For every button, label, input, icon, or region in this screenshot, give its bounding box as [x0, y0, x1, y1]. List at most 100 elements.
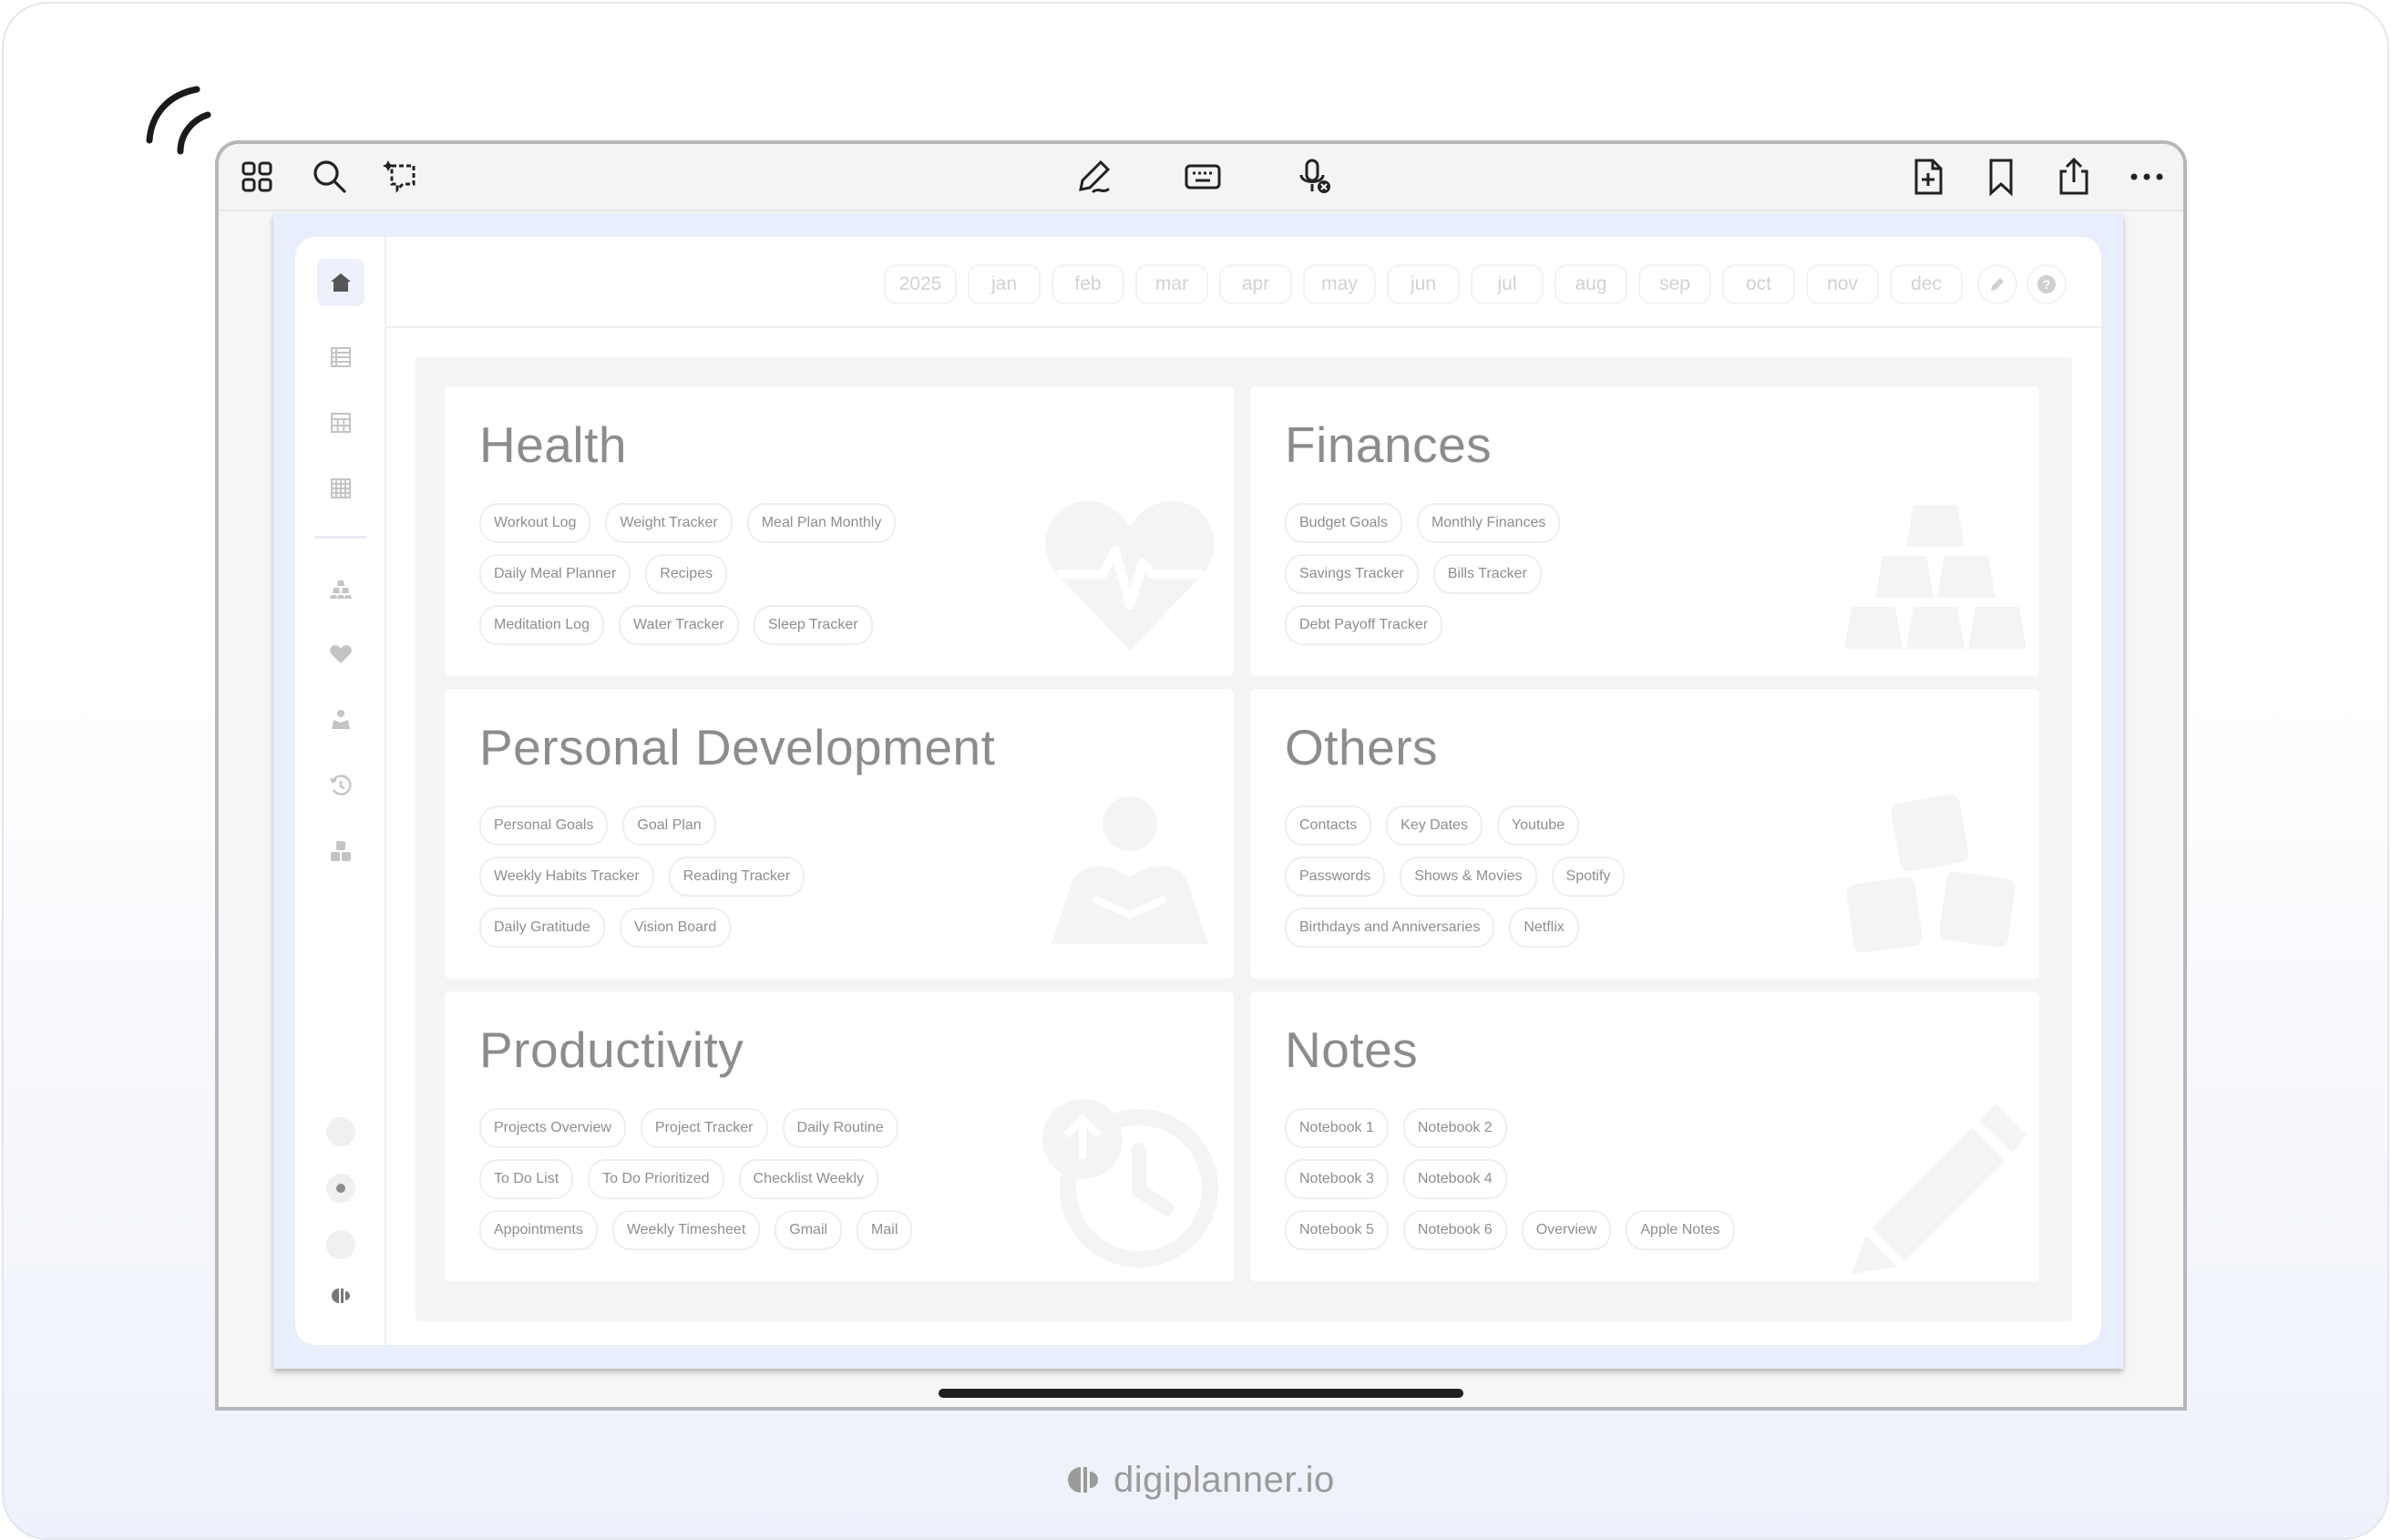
bookmark-icon[interactable] — [1979, 155, 2023, 199]
gold-bars-icon — [1844, 505, 2027, 649]
link-tag[interactable]: Daily Routine — [782, 1108, 898, 1148]
link-tag[interactable]: Checklist Weekly — [738, 1159, 879, 1199]
link-tag[interactable]: Spotify — [1551, 857, 1626, 897]
section-title: Productivity — [479, 1022, 744, 1078]
link-tag[interactable]: Meditation Log — [479, 605, 604, 645]
link-tag[interactable]: Reading Tracker — [668, 857, 806, 897]
theme-dot-3[interactable] — [326, 1230, 355, 1259]
theme-dot-1[interactable] — [326, 1117, 355, 1146]
link-tag[interactable]: Weekly Timesheet — [611, 1210, 761, 1250]
link-tag[interactable]: Key Dates — [1386, 806, 1483, 846]
link-tag[interactable]: Sleep Tracker — [753, 605, 873, 645]
link-tag[interactable]: To Do List — [479, 1159, 574, 1199]
link-tag[interactable]: Project Tracker — [640, 1108, 768, 1148]
link-tag[interactable]: Personal Goals — [479, 806, 609, 846]
grid-icon[interactable] — [235, 155, 279, 199]
month-tab-may[interactable]: may — [1303, 264, 1376, 304]
link-tag[interactable]: Notebook 6 — [1402, 1210, 1507, 1250]
link-tag[interactable]: Goal Plan — [622, 806, 716, 846]
link-tag[interactable]: Projects Overview — [479, 1108, 626, 1148]
month-tab-feb[interactable]: feb — [1052, 264, 1124, 304]
home-icon[interactable] — [317, 259, 364, 306]
link-tag[interactable]: Daily Meal Planner — [479, 554, 631, 594]
keyboard-icon[interactable] — [1181, 155, 1225, 199]
link-tag[interactable]: To Do Prioritized — [588, 1159, 724, 1199]
more-icon[interactable] — [2125, 155, 2169, 199]
digiplanner-logo-icon[interactable] — [317, 1272, 364, 1319]
timeline-bar: 2025 jan feb mar apr may jun jul aug sep… — [386, 237, 2101, 328]
edit-pencil-icon[interactable] — [1977, 264, 2017, 304]
section-title: Finances — [1285, 416, 1493, 473]
month-tab-dec[interactable]: dec — [1890, 264, 1963, 304]
planner-page: 2025 jan feb mar apr may jun jul aug sep… — [295, 237, 2101, 1345]
share-icon[interactable] — [2052, 155, 2096, 199]
link-tag[interactable]: Notebook 3 — [1285, 1159, 1389, 1199]
pencil-icon — [1852, 1104, 2027, 1274]
link-tag[interactable]: Youtube — [1496, 806, 1580, 846]
link-tag[interactable]: Weight Tracker — [605, 503, 733, 543]
link-tag[interactable]: Shows & Movies — [1400, 857, 1537, 897]
link-tag[interactable]: Appointments — [479, 1210, 598, 1250]
link-tag[interactable]: Weekly Habits Tracker — [479, 857, 654, 897]
productivity-icon[interactable] — [317, 762, 364, 809]
microphone-icon[interactable] — [1292, 155, 1336, 199]
link-tag[interactable]: Monthly Finances — [1416, 503, 1561, 543]
month-tab-apr[interactable]: apr — [1219, 264, 1292, 304]
heart-pulse-icon — [1045, 501, 1215, 651]
link-tag[interactable]: Birthdays and Anniversaries — [1285, 908, 1495, 948]
link-tag[interactable]: Overview — [1521, 1210, 1612, 1250]
month-tab-oct[interactable]: oct — [1722, 264, 1795, 304]
section-card-finances: Finances Budget Goals Monthly Finances S… — [1250, 386, 2039, 676]
add-page-icon[interactable] — [1906, 155, 1950, 199]
link-tag[interactable]: Apple Notes — [1626, 1210, 1735, 1250]
link-tag[interactable]: Mail — [857, 1210, 913, 1250]
year-tab[interactable]: 2025 — [884, 264, 957, 304]
section-title: Others — [1285, 719, 1439, 775]
lasso-icon[interactable] — [381, 155, 425, 199]
pencil-connected-icon — [146, 86, 211, 155]
monthly-calendar-icon[interactable] — [317, 399, 364, 447]
link-tag[interactable]: Daily Gratitude — [479, 908, 605, 948]
clock-history-icon — [1042, 1099, 1218, 1268]
link-tag[interactable]: Debt Payoff Tracker — [1285, 605, 1443, 645]
link-tag[interactable]: Meal Plan Monthly — [746, 503, 897, 543]
finances-icon[interactable] — [317, 565, 364, 612]
month-tab-jun[interactable]: jun — [1387, 264, 1460, 304]
month-tab-jan[interactable]: jan — [968, 264, 1041, 304]
link-tag[interactable]: Recipes — [645, 554, 728, 594]
link-tag[interactable]: Passwords — [1285, 857, 1386, 897]
link-tag[interactable]: Gmail — [775, 1210, 843, 1250]
others-icon[interactable] — [317, 827, 364, 875]
brand-footer: digiplanner.io — [1066, 1460, 1335, 1500]
month-tab-nov[interactable]: nov — [1806, 264, 1879, 304]
month-tab-sep[interactable]: sep — [1638, 264, 1711, 304]
theme-dot-2[interactable] — [326, 1174, 355, 1203]
link-tag[interactable]: Bills Tracker — [1432, 554, 1542, 594]
link-tag[interactable]: Vision Board — [619, 908, 732, 948]
yearly-grid-icon[interactable] — [317, 465, 364, 512]
link-tag[interactable]: Notebook 2 — [1402, 1108, 1507, 1148]
app-toolbar — [219, 144, 2183, 211]
search-icon[interactable] — [308, 155, 352, 199]
link-tag[interactable]: Budget Goals — [1285, 503, 1402, 543]
digiplanner-brand-icon — [1068, 1467, 1098, 1493]
link-tag[interactable]: Netflix — [1509, 908, 1579, 948]
help-icon[interactable]: ? — [2027, 264, 2067, 304]
link-tag[interactable]: Water Tracker — [618, 605, 739, 645]
month-tab-jul[interactable]: jul — [1471, 264, 1544, 304]
link-tag[interactable]: Savings Tracker — [1285, 554, 1419, 594]
month-tab-aug[interactable]: aug — [1555, 264, 1627, 304]
link-tag[interactable]: Workout Log — [479, 503, 591, 543]
link-tag[interactable]: Notebook 4 — [1402, 1159, 1507, 1199]
month-tab-mar[interactable]: mar — [1135, 264, 1208, 304]
health-icon[interactable] — [317, 631, 364, 678]
section-card-notes: Notes Notebook 1 Notebook 2 Notebook 3 N… — [1250, 991, 2039, 1281]
link-tag[interactable]: Notebook 5 — [1285, 1210, 1389, 1250]
weekly-layout-icon[interactable] — [317, 334, 364, 381]
pen-icon[interactable] — [1072, 155, 1115, 199]
link-tag[interactable]: Notebook 1 — [1285, 1108, 1389, 1148]
number-blocks-icon — [1846, 794, 2016, 953]
personal-development-icon[interactable] — [317, 696, 364, 744]
link-tag[interactable]: Contacts — [1285, 806, 1372, 846]
planner-page-container: 2025 jan feb mar apr may jun jul aug sep… — [273, 213, 2123, 1369]
